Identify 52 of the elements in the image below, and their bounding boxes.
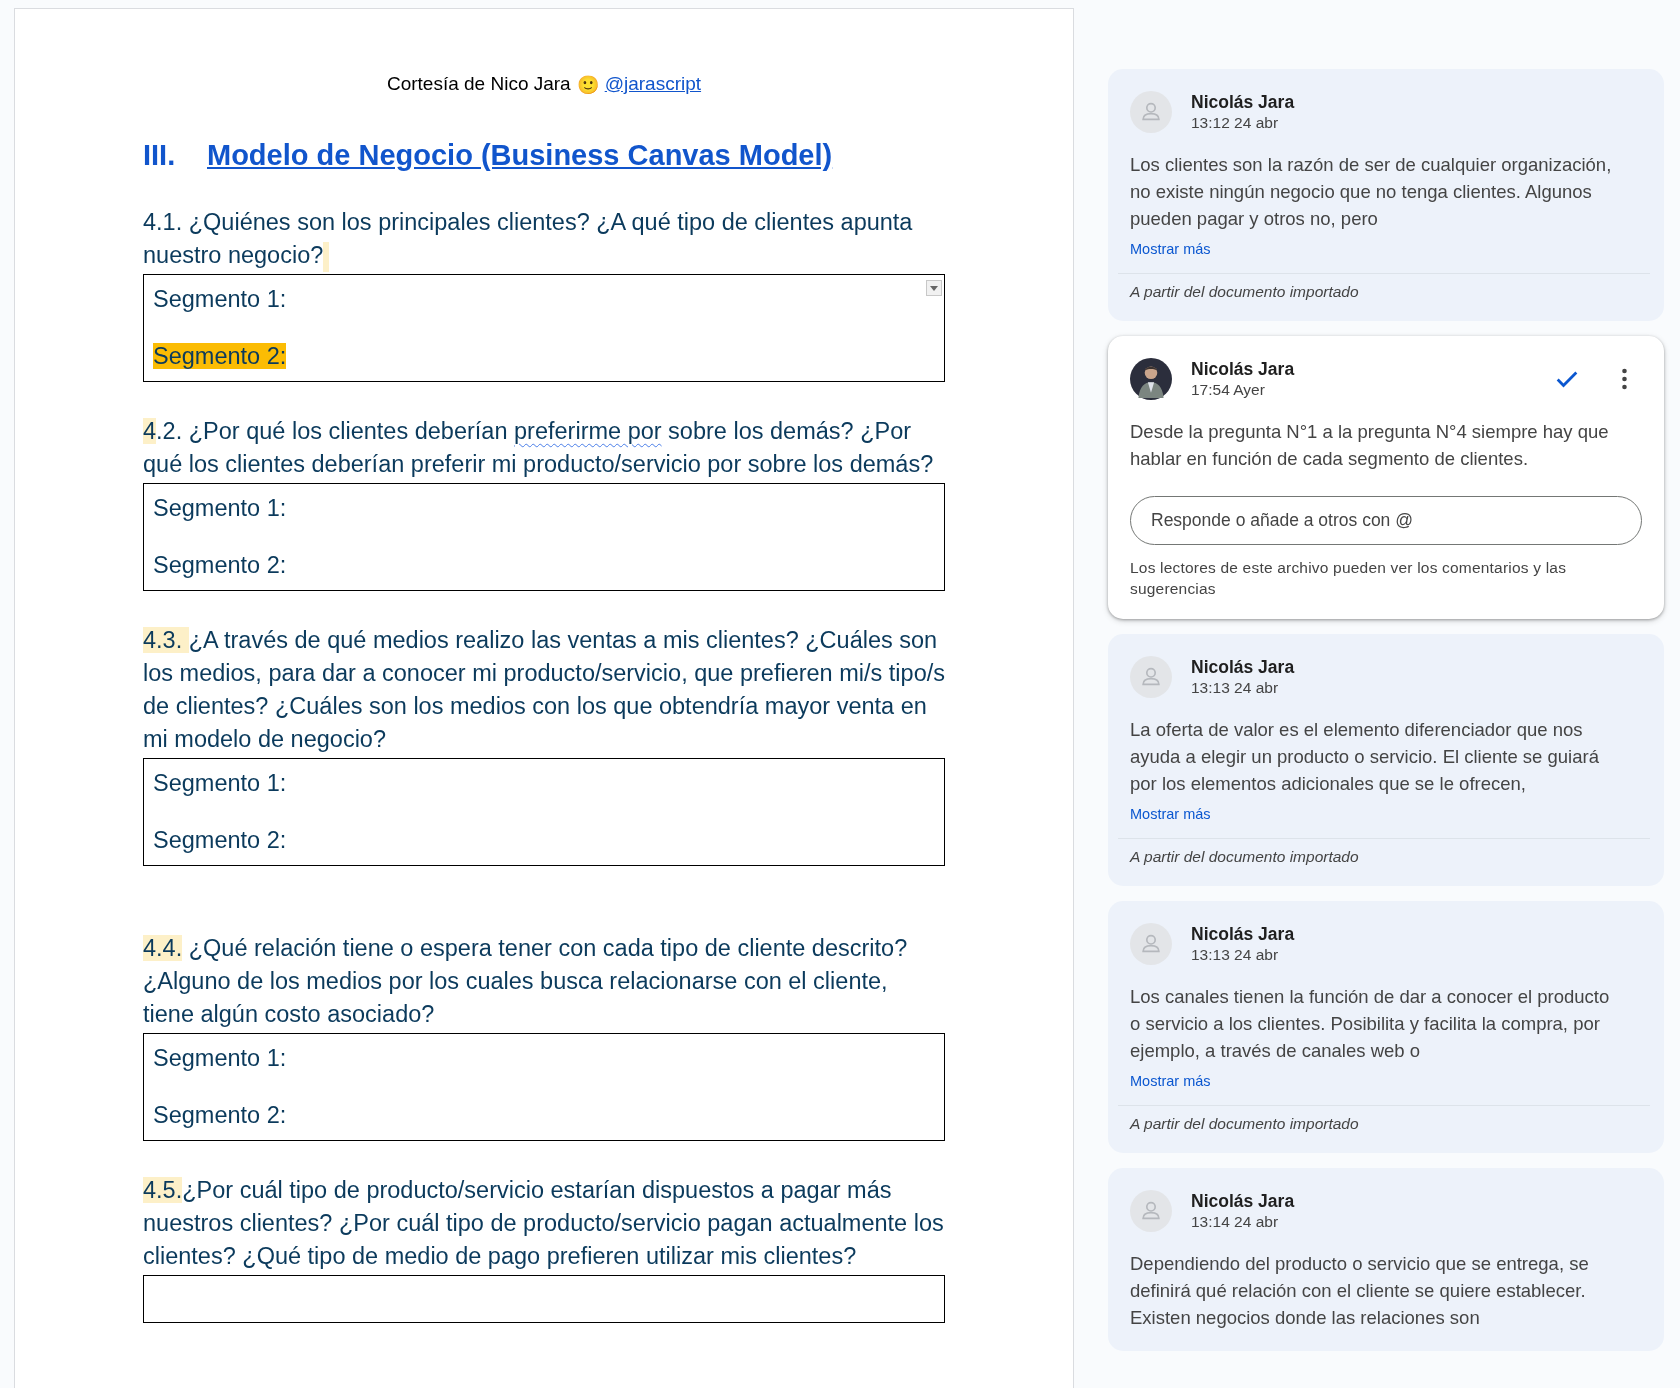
comment-card[interactable] [1108,336,1664,619]
comment-card[interactable] [1108,634,1664,886]
reply-field[interactable]: Responde o añade a otros con @ [1130,496,1642,545]
comment-text: Los clientes son la razón de ser de cualquier organización, no existe ningún negocio que no tenga clientes. Algunos pueden pagar y otros no, pero [1130,153,1613,231]
user-placeholder-icon [1130,91,1172,133]
author-name: Nicolás Jara [1191,91,1296,113]
comment-text: Dependiendo del producto o servicio que se entrega, se definirá qué relación con el cliente se quiere establecer. Existen negocios donde las relaciones son [1130,1252,1590,1330]
question-text: 4.4. ¿Qué relación tiene o espera tener con cada tipo de cliente descrito? ¿Alguno de los medios por los cuales busca relacionarse con el cliente, tiene algún costo asociado? [143,934,909,1029]
dropdown-icon[interactable] [926,280,942,296]
question-text: 4.5.¿Por cuál tipo de producto/servicio estarían dispuestos a pagar más nuestros clientes? ¿Por cuál tipo de producto/servicio pagan actualmente los clientes? ¿Qué tipo de medio de pago prefieren utilizar mis clientes? [143,1176,945,1271]
segment-label: Segmento 2: [153,827,287,853]
author-name: Nicolás Jara [1191,656,1296,678]
segment-label: Segmento 2: [153,1102,287,1128]
segment-label: Segmento 2: [153,552,287,578]
courtesy-text: Cortesía de Nico Jara [386,73,571,95]
question-text: 4.3. ¿A través de qué medios realizo las ventas a mis clientes? ¿Cuáles son los medios, para dar a conocer mi producto/servicio, que prefieren mi/s tipo/s de clientes? ¿Cuáles son los medios con los que obtendría mayor venta en mi modelo de negocio? [143,626,945,754]
segment-label: Segmento 1: [153,770,287,796]
comment-text: La oferta de valor es el elemento diferenciador que nos ayuda a elegir un producto o servicio. El cliente se guiará por los elementos adicionales que se le ofrecen, [1130,718,1600,796]
comment-source-note: A partir del documento importado [1130,283,1360,301]
comment-card[interactable] [1108,901,1664,1153]
comment-time: 17:54 Ayer [1191,380,1266,400]
question-text: 4.1. ¿Quiénes son los principales clientes? ¿A qué tipo de clientes apunta nuestro negocio? [143,206,945,272]
section-number: III. [143,139,177,172]
author-name: Nicolás Jara [1191,358,1296,380]
comment-card[interactable] [1108,69,1664,321]
segment-label: Segmento 1: [153,1045,287,1071]
segment-label: Segmento 2: [153,343,287,369]
comment-time: 13:13 24 abr [1191,945,1280,965]
comment-source-note: A partir del documento importado [1130,1115,1360,1133]
comment-time: 13:13 24 abr [1191,678,1280,698]
comment-text: Los canales tienen la función de dar a conocer el producto o servicio a los clientes. Posibilita y facilita la compra, por ejemplo, a través de canales web o [1130,985,1611,1063]
show-more-link[interactable]: Mostrar más [1130,241,1642,257]
comment-card[interactable]: Nicolás Jara 13:14 24 abr Dependiendo del producto o servicio que se entrega, se definirá qué relación con el cliente se quiere establecer. Existen negocios donde las relaciones son [1108,1168,1664,1351]
smiley-emoji: 🙂 [576,73,599,95]
show-more-link[interactable]: Mostrar más [1130,806,1642,822]
comment-source-note: A partir del documento importado [1130,848,1360,866]
comment-time: 13:14 24 abr [1191,1212,1280,1232]
show-more-link[interactable]: Mostrar más [1130,1073,1642,1089]
segment-label: Segmento 1: [153,495,287,521]
segment-label: Segmento 1: [153,286,287,312]
question-text: 4.2. ¿Por qué los clientes deberían preferirme por sobre los demás? ¿Por qué los clientes deberían preferir mi producto/servicio por sobre los demás? [143,417,935,479]
section-title-link[interactable]: Modelo de Negocio (Business Canvas Model) [207,139,833,172]
user-placeholder-icon [1130,656,1172,698]
more-options-icon[interactable] [1621,368,1628,390]
comment-time: 13:12 24 abr [1191,113,1280,133]
profile-link[interactable]: @jarascript [604,73,702,95]
user-placeholder-icon [1130,923,1172,965]
user-placeholder-icon [1130,1190,1172,1232]
author-name: Nicolás Jara [1191,1190,1296,1212]
visibility-notice: Los lectores de este archivo pueden ver los comentarios y las sugerencias [1130,558,1568,599]
comment-text: Desde la pregunta N°1 a la pregunta N°4 siempre hay que hablar en función de cada segmento de clientes. [1130,420,1610,471]
author-name: Nicolás Jara [1191,923,1296,945]
